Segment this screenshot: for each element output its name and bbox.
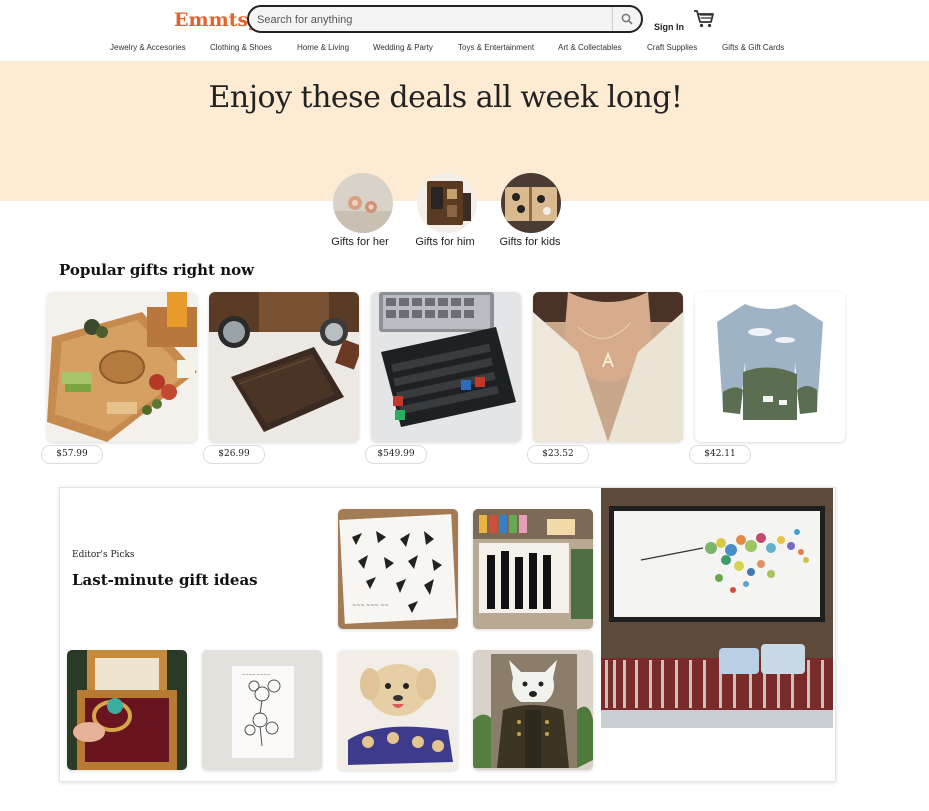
- cart-icon: [694, 10, 714, 28]
- pick-pizza-card[interactable]: ~~~ ~~~ ~~: [338, 509, 458, 629]
- search-button[interactable]: [612, 7, 641, 31]
- product-price: $549.99: [365, 445, 427, 464]
- search-icon: [621, 13, 633, 25]
- product-image-charcuterie[interactable]: [47, 292, 197, 442]
- gifts-for-him-image[interactable]: [417, 173, 477, 233]
- cart-button[interactable]: [693, 8, 715, 30]
- nav-clothing[interactable]: Clothing & Shoes: [210, 43, 272, 52]
- product-price: $26.99: [203, 445, 265, 464]
- product-image-necklace[interactable]: [533, 292, 683, 442]
- pick-piano-keys[interactable]: [473, 509, 593, 629]
- sign-in-link[interactable]: Sign In: [654, 22, 684, 32]
- nav-home[interactable]: Home & Living: [297, 43, 349, 52]
- product-image-sweater[interactable]: [695, 292, 845, 442]
- pick-dog-portrait[interactable]: [473, 650, 593, 770]
- hero-title: Enjoy these deals all week long!: [208, 80, 683, 115]
- nav-craft[interactable]: Craft Supplies: [647, 43, 697, 52]
- search-input[interactable]: [255, 10, 609, 30]
- editors-picks-title: Last-minute gift ideas: [72, 571, 258, 589]
- product-image-keyboard[interactable]: [371, 292, 521, 442]
- svg-text:~~~~ ~~~~: ~~~~ ~~~~: [242, 672, 270, 677]
- svg-text:~~~ ~~~ ~~: ~~~ ~~~ ~~: [352, 603, 389, 609]
- product-price: $42.11: [689, 445, 751, 464]
- nav-jewelry[interactable]: Jewelry & Accesories: [110, 43, 186, 52]
- nav-art[interactable]: Art & Collectables: [558, 43, 622, 52]
- product-price: $57.99: [41, 445, 103, 464]
- product-price: $23.52: [527, 445, 589, 464]
- pick-ring-box[interactable]: [67, 650, 187, 770]
- popular-section-title: Popular gifts right now: [59, 261, 255, 279]
- gifts-for-her-image[interactable]: [333, 173, 393, 233]
- category-nav: Jewelry & Accesories Clothing & Shoes Ho…: [0, 43, 929, 57]
- nav-gifts[interactable]: Gifts & Gift Cards: [722, 43, 784, 52]
- pick-dog-socks[interactable]: [338, 650, 458, 770]
- editors-picks-eyebrow: Editor's Picks: [72, 550, 135, 560]
- gifts-for-kids-label[interactable]: Gifts for kids: [480, 236, 580, 248]
- pick-hummingbird-art[interactable]: [601, 488, 833, 728]
- nav-toys[interactable]: Toys & Entertainment: [458, 43, 534, 52]
- product-image-wallet[interactable]: [209, 292, 359, 442]
- gifts-for-kids-image[interactable]: [501, 173, 561, 233]
- search-bar: [247, 5, 643, 33]
- pick-flower-card[interactable]: ~~~~ ~~~~: [202, 650, 322, 770]
- nav-wedding[interactable]: Wedding & Party: [373, 43, 433, 52]
